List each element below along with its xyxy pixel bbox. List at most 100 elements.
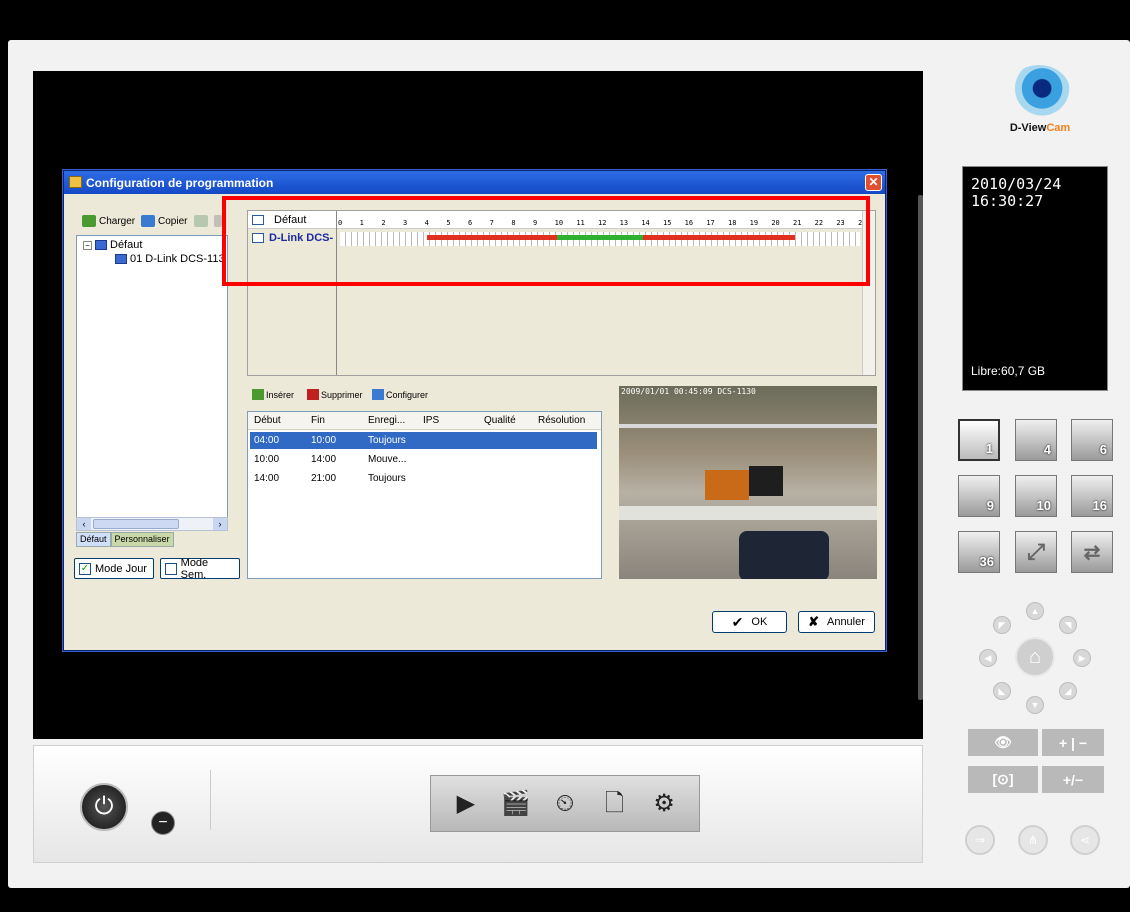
load-icon bbox=[82, 215, 96, 227]
camera-preview: 2009/01/01 00:45:09 DCS-1130 bbox=[619, 386, 877, 579]
configurer-button[interactable]: Configurer bbox=[372, 389, 428, 400]
eye-logo-icon bbox=[1008, 65, 1070, 117]
round-button-2[interactable]: ⋔ bbox=[1018, 825, 1048, 855]
sequence-button[interactable]: ⇄ bbox=[1071, 531, 1113, 573]
schedule-list[interactable]: Début Fin Enregi... IPS Qualité Résoluti… bbox=[247, 411, 602, 579]
ptz-right-icon[interactable]: ▶ bbox=[1073, 649, 1091, 667]
tree-tabs: Défaut Personnaliser bbox=[76, 532, 174, 547]
tree-root[interactable]: − Défaut bbox=[83, 239, 142, 251]
layout-1-button[interactable]: 1 bbox=[958, 419, 1000, 461]
minimize-button[interactable]: − bbox=[151, 811, 175, 835]
settings-gear-icon[interactable]: ⚙ bbox=[647, 787, 681, 821]
fullscreen-button[interactable]: ⤢ bbox=[1015, 531, 1057, 573]
tab-personnaliser[interactable]: Personnaliser bbox=[110, 532, 174, 547]
plus-minus-icon: + | − bbox=[1058, 734, 1088, 751]
focus-icon: [⊙] bbox=[992, 771, 1014, 787]
charger-button[interactable]: Charger bbox=[82, 215, 135, 227]
copy-icon bbox=[141, 215, 155, 227]
ptz-home-icon[interactable]: ⌂ bbox=[1015, 637, 1055, 677]
copier-button[interactable]: Copier bbox=[141, 215, 187, 227]
ptz-up-right-icon[interactable]: ◥ bbox=[1059, 616, 1077, 634]
fullscreen-icon: ⤢ bbox=[1027, 539, 1045, 564]
ptz-down-left-icon[interactable]: ◣ bbox=[993, 682, 1011, 700]
table-row[interactable]: 10:00 14:00 Mouve... bbox=[250, 451, 597, 468]
ptz-left-icon[interactable]: ◀ bbox=[979, 649, 997, 667]
check-icon: ✔ bbox=[731, 613, 744, 630]
mode-sem-button[interactable]: Mode Sem. bbox=[160, 557, 240, 581]
info-panel: 2010/03/24 16:30:27 Libre:60,7 GB bbox=[962, 166, 1108, 391]
ptz-up-left-icon[interactable]: ◤ bbox=[993, 616, 1011, 634]
table-row[interactable]: 04:00 10:00 Toujours bbox=[250, 432, 597, 449]
col-debut[interactable]: Début bbox=[254, 415, 281, 426]
zoom-plus-minus-button[interactable]: + | − bbox=[1042, 729, 1104, 756]
minus-icon: − bbox=[158, 814, 168, 831]
bottom-separator bbox=[210, 770, 211, 830]
col-resolution[interactable]: Résolution bbox=[538, 415, 585, 426]
schedule-tree[interactable]: − Défaut 01 D-Link DCS-113 bbox=[76, 235, 228, 519]
ptz-down-right-icon[interactable]: ◢ bbox=[1059, 682, 1077, 700]
playback-icon[interactable]: ▶ bbox=[449, 787, 483, 821]
mode-jour-button[interactable]: ✓ Mode Jour bbox=[74, 558, 154, 579]
export-icon: ⇒ bbox=[974, 833, 986, 847]
current-date: 2010/03/24 bbox=[971, 175, 1062, 193]
share-icon: ⋖ bbox=[1079, 833, 1091, 847]
layout-4-button[interactable]: 4 bbox=[1015, 419, 1057, 461]
highlight-box bbox=[222, 196, 870, 286]
table-row[interactable]: 14:00 21:00 Toujours bbox=[250, 470, 597, 487]
zoom-binocular-button[interactable]: 👁 bbox=[968, 729, 1038, 756]
dviewcam-logo: D-ViewCam bbox=[996, 65, 1084, 145]
checkbox-empty-icon bbox=[165, 562, 177, 575]
clapper-icon[interactable]: 🎬 bbox=[498, 787, 532, 821]
list-header: Début Fin Enregi... IPS Qualité Résoluti… bbox=[248, 412, 601, 430]
round-button-3[interactable]: ⋖ bbox=[1070, 825, 1100, 855]
dialog-title: Configuration de programmation bbox=[86, 176, 274, 190]
supprimer-button[interactable]: Supprimer bbox=[307, 389, 363, 400]
layout-16-button[interactable]: 16 bbox=[1071, 475, 1113, 517]
inserer-button[interactable]: Insérer bbox=[252, 389, 294, 400]
main-toolbar: ▶ 🎬 ⏲ 🗋 ⚙ bbox=[430, 775, 700, 832]
tree-hscrollbar[interactable]: ‹ › bbox=[76, 517, 228, 531]
remove-icon bbox=[307, 389, 319, 400]
ptz-control: ▲ ▼ ◀ ▶ ◤ ◥ ◣ ◢ ⌂ bbox=[975, 600, 1095, 715]
layout-36-button[interactable]: 36 bbox=[958, 531, 1000, 573]
scroll-thumb[interactable] bbox=[93, 519, 179, 529]
scroll-right-icon[interactable]: › bbox=[213, 518, 227, 530]
schedule-icon[interactable]: ⏲ bbox=[548, 787, 582, 821]
paste-icon bbox=[194, 215, 208, 227]
disabled-tool-2 bbox=[214, 215, 222, 227]
ptz-up-icon[interactable]: ▲ bbox=[1026, 602, 1044, 620]
focus-button[interactable]: [⊙] bbox=[968, 766, 1038, 793]
ok-button[interactable]: ✔ OK bbox=[712, 611, 787, 633]
layout-10-button[interactable]: 10 bbox=[1015, 475, 1057, 517]
annuler-button[interactable]: ✘ Annuler bbox=[798, 611, 875, 633]
col-fin[interactable]: Fin bbox=[311, 415, 325, 426]
tab-defaut[interactable]: Défaut bbox=[76, 532, 111, 547]
close-button[interactable]: ✕ bbox=[865, 174, 882, 191]
document-icon[interactable]: 🗋 bbox=[598, 787, 632, 821]
configure-icon bbox=[372, 389, 384, 400]
collapse-icon[interactable]: − bbox=[83, 240, 92, 250]
layout-9-button[interactable]: 9 bbox=[958, 475, 1000, 517]
col-ips[interactable]: IPS bbox=[423, 415, 439, 426]
tree-camera[interactable]: 01 D-Link DCS-113 bbox=[115, 253, 225, 265]
cancel-x-icon: ✘ bbox=[808, 614, 819, 629]
schedule-icon bbox=[69, 176, 82, 188]
plus-slash-minus-icon: +/− bbox=[1062, 771, 1084, 788]
power-icon: ⏻ bbox=[94, 793, 114, 820]
camera-icon bbox=[115, 254, 127, 264]
ptz-down-icon[interactable]: ▼ bbox=[1026, 696, 1044, 714]
video-scrollbar[interactable] bbox=[918, 195, 923, 700]
dialog-titlebar[interactable]: Configuration de programmation ✕ bbox=[64, 171, 885, 194]
insert-icon bbox=[252, 389, 264, 400]
swap-icon: ⇄ bbox=[1083, 541, 1101, 564]
focus-plus-minus-button[interactable]: +/− bbox=[1042, 766, 1104, 793]
round-button-1[interactable]: ⇒ bbox=[965, 825, 995, 855]
current-time: 16:30:27 bbox=[971, 192, 1044, 210]
scroll-left-icon[interactable]: ‹ bbox=[77, 518, 91, 530]
col-enregistrement[interactable]: Enregi... bbox=[368, 415, 405, 426]
checkbox-checked-icon: ✓ bbox=[79, 562, 91, 575]
power-button[interactable]: ⏻ bbox=[80, 783, 128, 831]
layout-6-button[interactable]: 6 bbox=[1071, 419, 1113, 461]
col-qualite[interactable]: Qualité bbox=[484, 415, 516, 426]
group-icon bbox=[95, 240, 107, 250]
